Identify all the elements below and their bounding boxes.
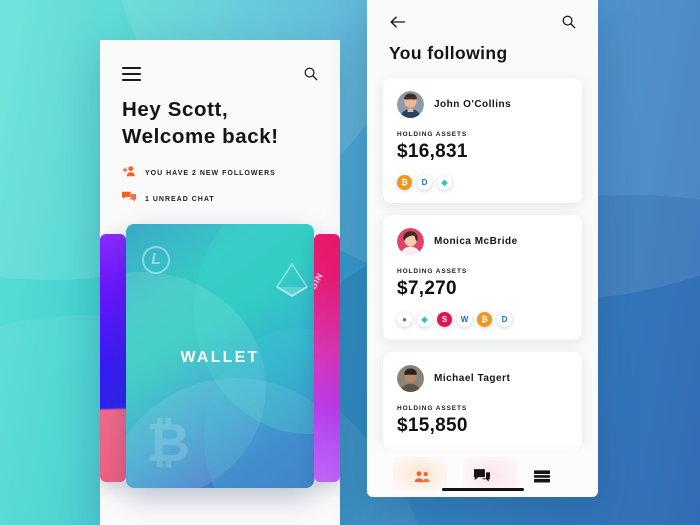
bitcoin-icon[interactable]: ₿ xyxy=(477,312,492,327)
following-user-list[interactable]: John O'Collins HOLDING ASSETS $16,831 ₿ … xyxy=(367,64,598,455)
wallet-card[interactable]: L ₿ WALLET xyxy=(126,224,314,489)
bitcoin-watermark: ₿ xyxy=(146,413,191,474)
steem-icon[interactable]: S xyxy=(437,312,452,327)
arrow-left-icon[interactable] xyxy=(389,15,406,29)
right-header xyxy=(367,0,598,29)
coin-badge-list: ₿ D ◆ xyxy=(397,175,568,190)
nav-item-list[interactable] xyxy=(520,461,564,491)
user-name: John O'Collins xyxy=(434,99,512,110)
greeting-line-1: Hey Scott, xyxy=(122,98,229,121)
avatar xyxy=(397,228,424,255)
notification-followers[interactable]: YOU HAVE 2 NEW FOLLOWERS xyxy=(122,164,318,182)
coin-badge-list: ● ◆ S W ₿ D xyxy=(397,312,568,327)
user-card-header: Michael Tagert xyxy=(397,365,568,392)
multicoin-icon[interactable]: ◆ xyxy=(417,312,432,327)
holding-amount: $15,850 xyxy=(397,415,468,436)
dash-icon[interactable]: D xyxy=(497,312,512,327)
user-name: Monica McBride xyxy=(434,236,518,247)
holding-assets-label: HOLDING ASSETS xyxy=(397,405,468,412)
waves-icon[interactable]: W xyxy=(457,312,472,327)
holding-assets-label: HOLDING ASSETS xyxy=(397,268,468,275)
multicoin-icon[interactable]: ◆ xyxy=(437,175,452,190)
nav-item-people[interactable] xyxy=(401,461,445,491)
search-icon[interactable] xyxy=(303,66,318,81)
chat-bubble-icon xyxy=(122,190,136,208)
wallet-card-label: WALLET xyxy=(180,349,260,367)
user-name: Michael Tagert xyxy=(434,373,511,384)
user-card-header: John O'Collins xyxy=(397,91,568,118)
notification-list: YOU HAVE 2 NEW FOLLOWERS 1 UNREAD CHAT xyxy=(100,150,340,208)
nav-item-chat[interactable] xyxy=(460,461,504,491)
hamburger-menu-icon[interactable] xyxy=(122,66,141,81)
crypto-card-right[interactable]: BIN xyxy=(314,234,340,483)
litecoin-watermark: L xyxy=(142,246,170,275)
holding-assets-label: HOLDING ASSETS xyxy=(397,131,468,138)
avatar xyxy=(397,91,424,118)
dash-icon[interactable]: D xyxy=(417,175,432,190)
notification-chat[interactable]: 1 UNREAD CHAT xyxy=(122,190,318,208)
greeting-block: Hey Scott, Welcome back! xyxy=(100,81,340,150)
user-card[interactable]: Monica McBride HOLDING ASSETS $7,270 ● ◆… xyxy=(383,215,582,340)
greeting-line-2: Welcome back! xyxy=(122,124,279,148)
notification-followers-label: YOU HAVE 2 NEW FOLLOWERS xyxy=(145,169,276,177)
holding-amount: $7,270 xyxy=(397,278,457,299)
bitcoin-icon[interactable]: ₿ xyxy=(397,175,412,190)
left-header xyxy=(100,40,340,81)
holding-amount: $16,831 xyxy=(397,141,468,162)
avatar xyxy=(397,365,424,392)
phone-screen-home: Hey Scott, Welcome back! YOU HAVE 2 NEW … xyxy=(100,40,340,525)
user-card[interactable]: Michael Tagert HOLDING ASSETS $15,850 xyxy=(383,352,582,450)
search-icon[interactable] xyxy=(561,14,576,29)
notification-chat-label: 1 UNREAD CHAT xyxy=(145,195,215,203)
page-title: You following xyxy=(389,43,508,63)
crypto-card-right-label: BIN xyxy=(314,271,325,292)
home-indicator xyxy=(441,487,524,491)
user-card[interactable]: John O'Collins HOLDING ASSETS $16,831 ₿ … xyxy=(383,78,582,203)
add-person-icon xyxy=(122,164,136,182)
bottom-navigation xyxy=(367,437,598,497)
user-card-header: Monica McBride xyxy=(397,228,568,255)
wallet-carousel[interactable]: L ₿ WALLET BIN xyxy=(100,224,340,489)
crypto-card-left[interactable] xyxy=(100,234,126,483)
qtum-icon[interactable]: ● xyxy=(397,312,412,327)
phone-screen-following: You following John O'Collins HOLDING ASS… xyxy=(367,0,598,497)
